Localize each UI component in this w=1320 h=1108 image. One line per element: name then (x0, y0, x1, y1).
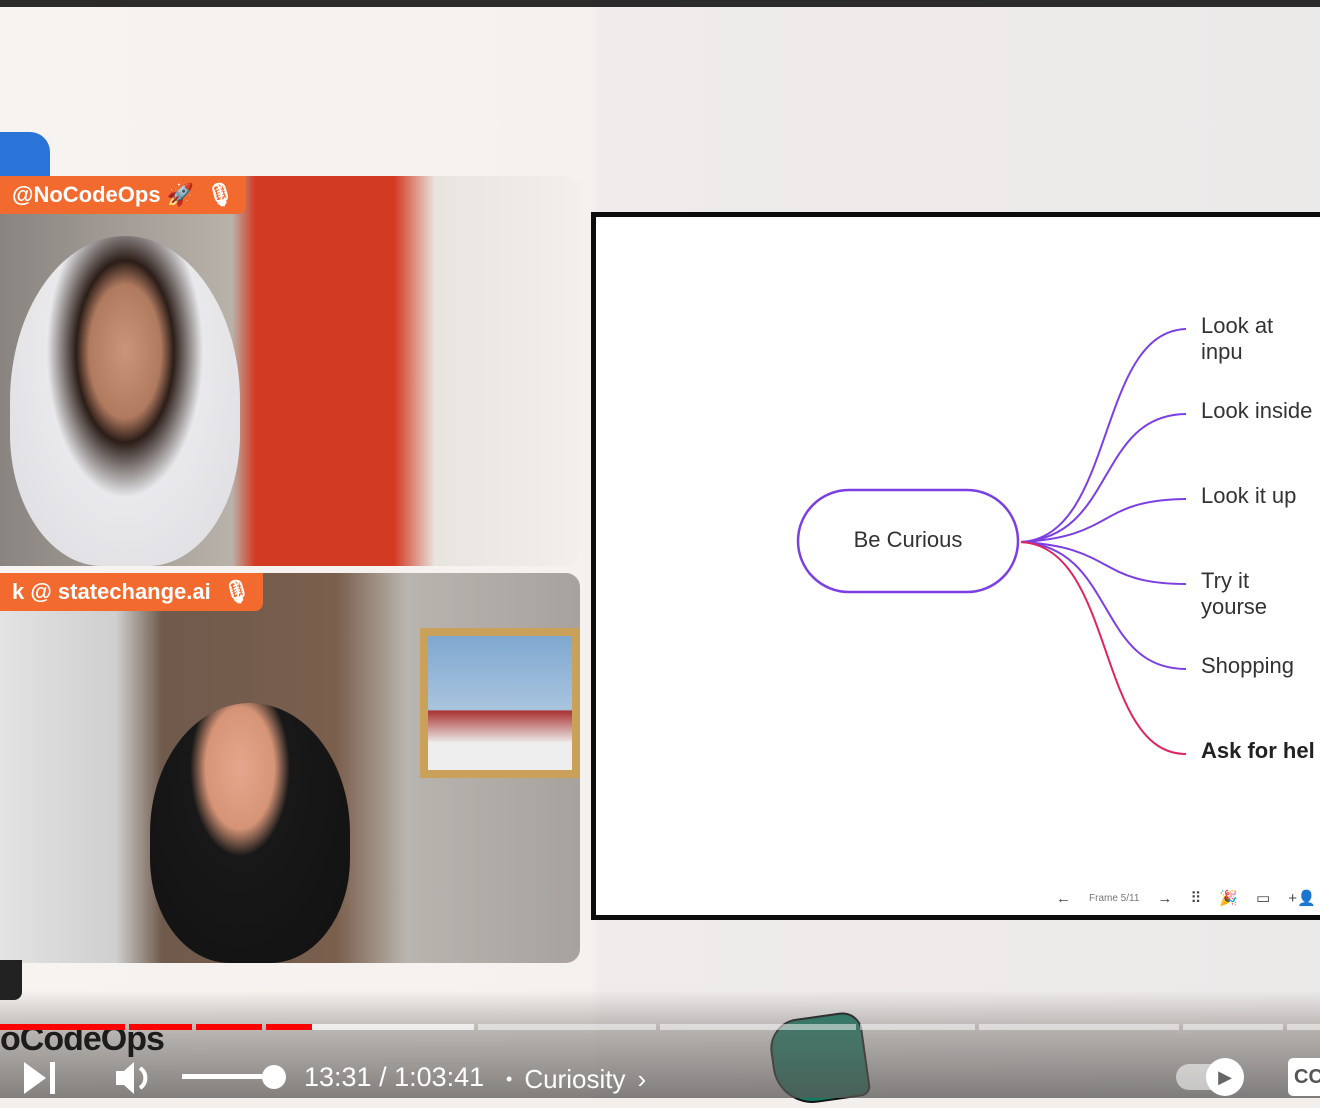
chapter-segment[interactable] (129, 1024, 192, 1030)
branch-label: Look at inpu (1201, 313, 1274, 364)
branch-line-highlight (1020, 541, 1187, 755)
chapter-segment[interactable] (1287, 1024, 1320, 1030)
skip-next-icon (24, 1062, 55, 1094)
painting-image (420, 628, 580, 778)
microphone-icon: 🎙 (206, 182, 235, 207)
cc-label: CC (1294, 1066, 1320, 1088)
camera-feed-guest: k @ statechange.ai 🎙 (0, 573, 580, 963)
chapter-segment[interactable] (979, 1024, 1179, 1030)
microphone-icon: 🎙 (222, 579, 251, 604)
branch-line (1020, 541, 1187, 670)
volume-icon (116, 1062, 148, 1094)
add-user-icon[interactable]: +👤 (1288, 889, 1315, 907)
camera-feed-host: @NoCodeOps 🚀 🎙 (0, 176, 580, 566)
captions-button[interactable]: CC (1288, 1058, 1320, 1096)
frame-counter: Frame 5/11 (1089, 892, 1140, 904)
time-display: 13:31 / 1:03:41 (304, 1062, 485, 1092)
participant-image (150, 703, 350, 963)
chapter-segment[interactable] (860, 1024, 975, 1030)
participant-name-tag: @NoCodeOps 🚀 🎙 (0, 176, 247, 214)
chapter-title: Curiosity (524, 1064, 626, 1094)
celebrate-icon[interactable]: 🎉 (1219, 889, 1238, 907)
autoplay-toggle[interactable]: ▶ (1176, 1058, 1244, 1096)
chapter-button[interactable]: • Curiosity › (506, 1064, 646, 1095)
player-controls-gradient (0, 990, 1320, 1098)
center-node-label: Be Curious (853, 527, 963, 552)
arrow-right-icon[interactable]: → (1157, 890, 1172, 907)
participant-name-tag: k @ statechange.ai 🎙 (0, 573, 263, 611)
top-bar (0, 0, 1320, 7)
branch-line (1020, 413, 1187, 543)
chapter-segment[interactable] (478, 1024, 656, 1030)
branch-label: Try it yourse (1201, 568, 1268, 619)
branch-label: Look inside (1201, 398, 1313, 423)
branch-label: Shopping (1201, 653, 1294, 678)
shapes-icon[interactable]: ⠿ (1190, 889, 1201, 907)
volume-slider-thumb[interactable] (262, 1065, 286, 1089)
name-label: @NoCodeOps 🚀 (12, 182, 195, 207)
chapter-segment[interactable] (196, 1024, 262, 1030)
presentation-slide: Be Curious Look at inpu Look inside Look… (591, 212, 1320, 920)
slide-toolbar: ← Frame 5/11 → ⠿ 🎉 ▭ +👤 (1056, 889, 1316, 908)
branch-label: Look it up (1201, 483, 1297, 508)
arrow-left-icon[interactable]: ← (1056, 890, 1071, 907)
branch-label: Ask for hel (1201, 738, 1315, 763)
chapter-segment[interactable] (1183, 1024, 1283, 1030)
branch-line (1020, 328, 1187, 543)
chapter-segment-current[interactable] (266, 1024, 312, 1030)
overlay-button[interactable] (0, 960, 22, 1000)
participant-image (10, 236, 240, 566)
next-button[interactable] (22, 1062, 58, 1099)
name-label: k @ statechange.ai (12, 579, 211, 604)
chapter-segment[interactable] (312, 1024, 474, 1030)
separator-dot: • (506, 1069, 513, 1089)
chevron-right-icon: › (637, 1064, 647, 1094)
chapter-segment[interactable] (0, 1024, 125, 1030)
comment-icon[interactable]: ▭ (1256, 889, 1270, 907)
blue-badge-decoration (0, 132, 50, 176)
play-icon: ▶ (1206, 1058, 1244, 1096)
mute-button[interactable] (114, 1060, 154, 1101)
chapter-segment[interactable] (660, 1024, 856, 1030)
volume-slider[interactable] (182, 1065, 286, 1089)
